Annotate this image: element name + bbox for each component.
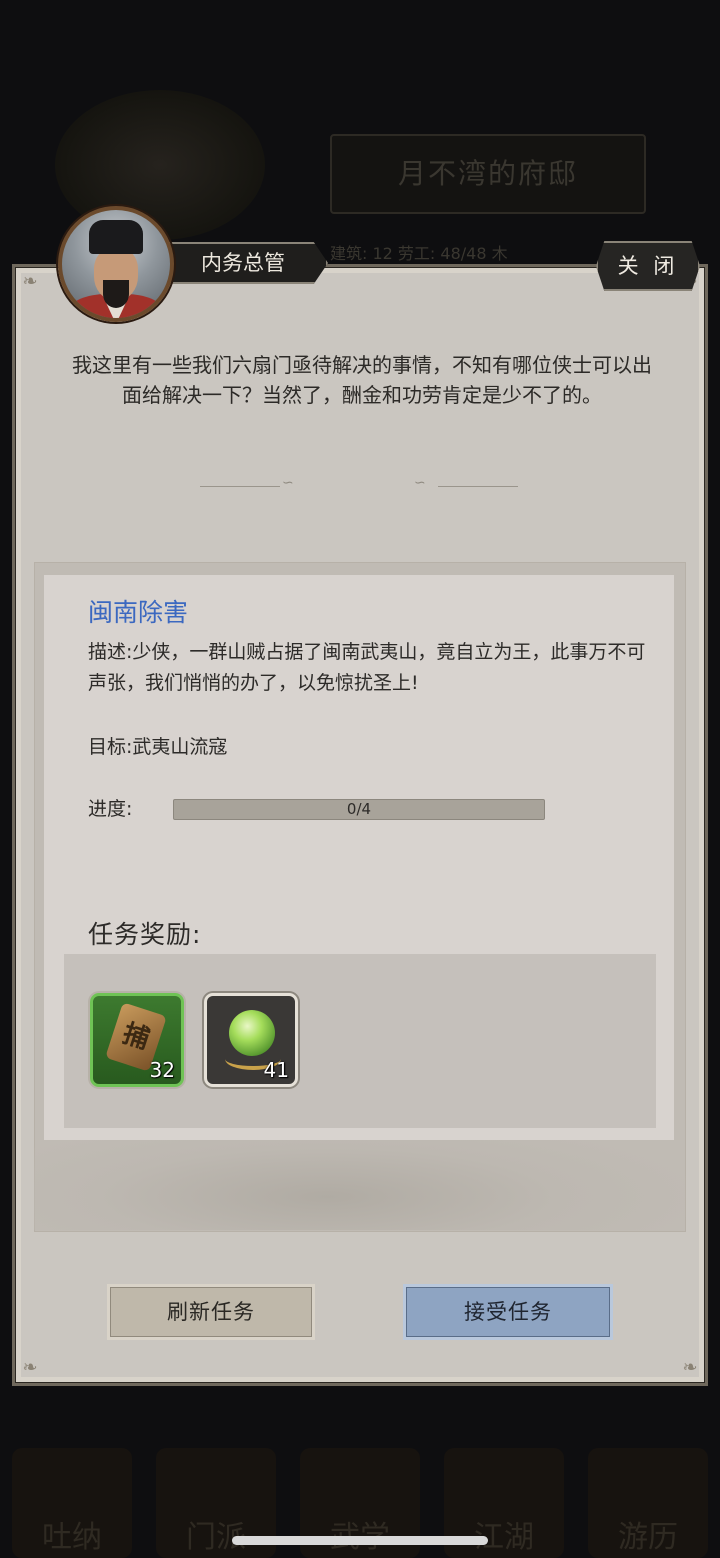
close-button[interactable]: 关 闭 <box>596 241 700 291</box>
quest-title: 闽南除害 <box>88 598 189 627</box>
quest-description: 描述:少侠，一群山贼占据了闽南武夷山，竟自立为王，此事万不可声张，我们悄悄的办了… <box>88 641 646 694</box>
corner-ornament-icon: ❧ <box>682 1357 698 1378</box>
divider-ornament-right: ∽ <box>410 475 520 492</box>
residence-stats: 建筑: 12 劳工: 48/48 木 <box>330 244 508 263</box>
progress-bar: 0/4 <box>173 799 545 820</box>
npc-portrait-avatar <box>58 206 174 322</box>
nav-item-tuna: 吐纳 <box>12 1448 132 1558</box>
divider-ornament-left: ∽ <box>200 475 310 492</box>
corner-ornament-icon: ❧ <box>22 1357 38 1378</box>
reward-count: 41 <box>263 1058 289 1082</box>
swirl-icon: ∽ <box>414 475 426 491</box>
progress-text: 0/4 <box>346 800 372 818</box>
nav-item-travel: 游历 <box>588 1448 708 1558</box>
reward-count: 32 <box>149 1058 175 1082</box>
swirl-icon: ∽ <box>282 475 294 491</box>
accept-quest-button[interactable]: 接受任务 <box>403 1284 613 1340</box>
npc-dialog-text: 我这里有一些我们六扇门亟待解决的事情，不知有哪位侠士可以出面给解决一下？当然了，… <box>72 353 652 407</box>
reward-title: 任务奖励: <box>88 920 202 949</box>
residence-title: 月不湾的府邸 <box>330 134 646 214</box>
reward-item-orb[interactable]: 41 <box>204 993 298 1087</box>
home-indicator[interactable] <box>232 1536 488 1545</box>
corner-ornament-icon: ❧ <box>22 271 38 292</box>
green-orb-icon <box>229 1010 275 1056</box>
speaker-name: 内务总管 <box>150 242 328 284</box>
progress-label: 进度: <box>88 798 133 820</box>
refresh-quest-button[interactable]: 刷新任务 <box>107 1284 315 1340</box>
quest-target: 目标:武夷山流寇 <box>88 736 228 758</box>
reward-item-token[interactable]: 捕 32 <box>90 993 184 1087</box>
